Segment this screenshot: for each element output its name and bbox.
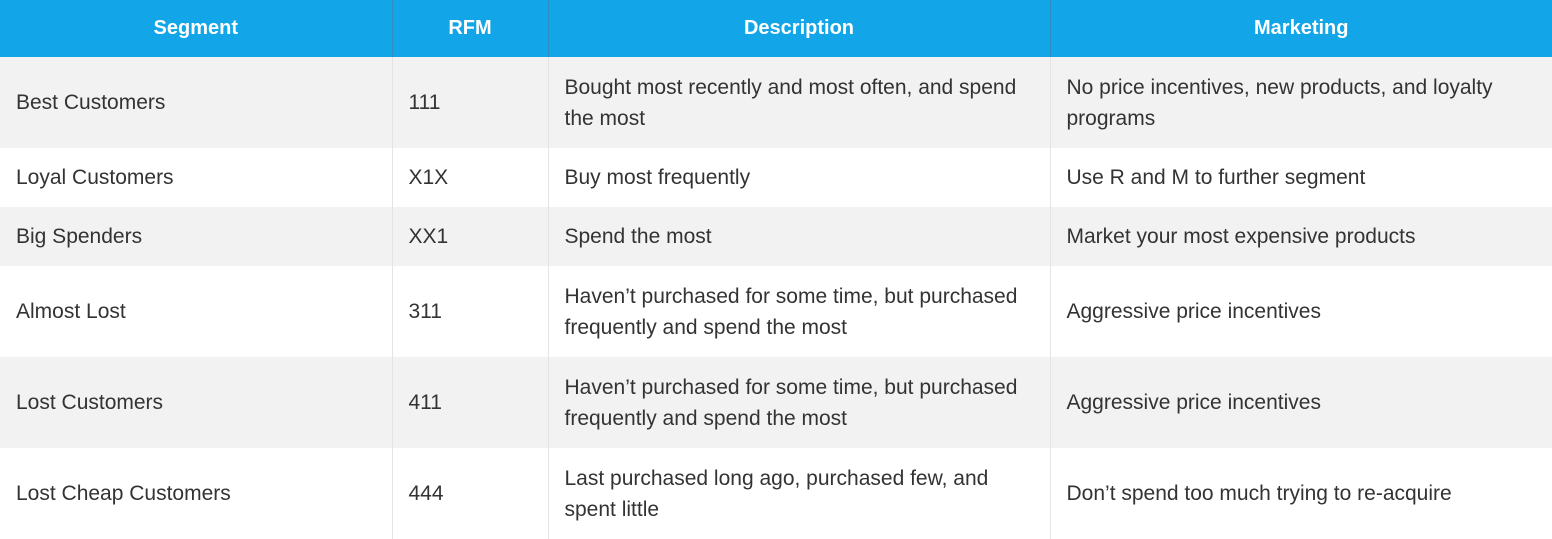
cell-rfm: 311 — [392, 266, 549, 357]
cell-rfm: 111 — [392, 57, 549, 148]
header-marketing: Marketing — [1050, 0, 1552, 57]
header-rfm: RFM — [392, 0, 549, 57]
cell-description: Spend the most — [548, 207, 1051, 266]
cell-marketing: Aggressive price incentives — [1050, 266, 1552, 357]
cell-segment: Lost Customers — [0, 357, 393, 448]
cell-segment: Almost Lost — [0, 266, 393, 357]
table-row: Best Customers 111 Bought most recently … — [0, 57, 1552, 148]
cell-marketing: Market your most expensive products — [1050, 207, 1552, 266]
cell-description: Buy most frequently — [548, 148, 1051, 207]
table-row: Big Spenders XX1 Spend the most Market y… — [0, 207, 1552, 266]
cell-description: Last purchased long ago, purchased few, … — [548, 448, 1051, 539]
cell-description: Haven’t purchased for some time, but pur… — [548, 266, 1051, 357]
table-row: Lost Cheap Customers 444 Last purchased … — [0, 448, 1552, 539]
table-row: Almost Lost 311 Haven’t purchased for so… — [0, 266, 1552, 357]
header-segment: Segment — [0, 0, 393, 57]
cell-marketing: Use R and M to further segment — [1050, 148, 1552, 207]
cell-rfm: X1X — [392, 148, 549, 207]
cell-segment: Lost Cheap Customers — [0, 448, 393, 539]
cell-marketing: Don’t spend too much trying to re-acquir… — [1050, 448, 1552, 539]
cell-marketing: Aggressive price incentives — [1050, 357, 1552, 448]
cell-rfm: 411 — [392, 357, 549, 448]
cell-rfm: 444 — [392, 448, 549, 539]
table-body: Best Customers 111 Bought most recently … — [0, 57, 1552, 539]
cell-segment: Big Spenders — [0, 207, 393, 266]
table-row: Loyal Customers X1X Buy most frequently … — [0, 148, 1552, 207]
cell-description: Haven’t purchased for some time, but pur… — [548, 357, 1051, 448]
table-header: Segment RFM Description Marketing — [0, 0, 1552, 57]
header-description: Description — [548, 0, 1051, 57]
table-row: Lost Customers 411 Haven’t purchased for… — [0, 357, 1552, 448]
cell-marketing: No price incentives, new products, and l… — [1050, 57, 1552, 148]
cell-segment: Best Customers — [0, 57, 393, 148]
header-row: Segment RFM Description Marketing — [0, 0, 1552, 57]
cell-rfm: XX1 — [392, 207, 549, 266]
cell-description: Bought most recently and most often, and… — [548, 57, 1051, 148]
rfm-segment-table: Segment RFM Description Marketing Best C… — [0, 0, 1552, 539]
cell-segment: Loyal Customers — [0, 148, 393, 207]
